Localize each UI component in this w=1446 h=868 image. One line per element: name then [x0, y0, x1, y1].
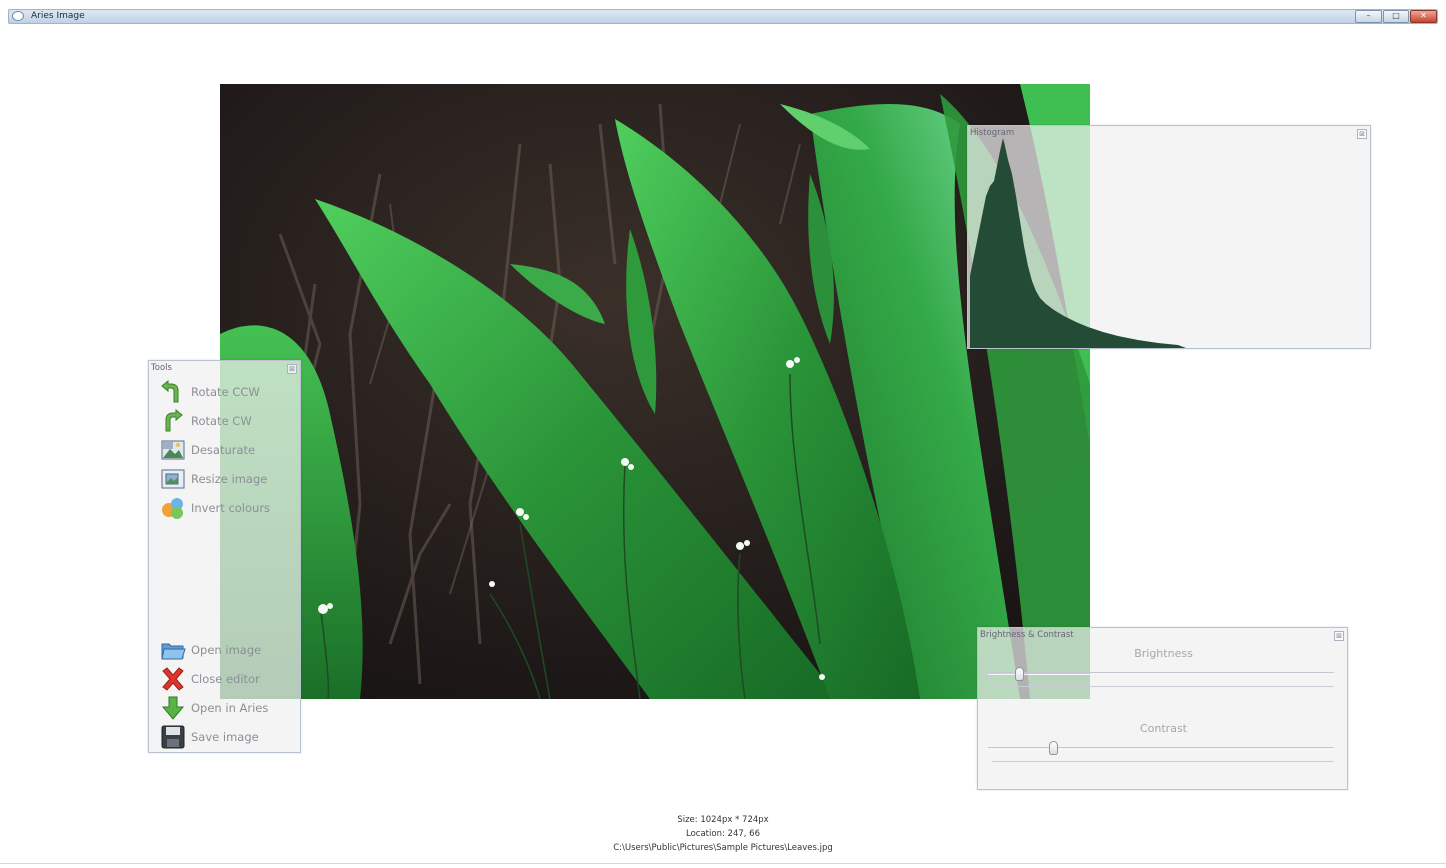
histogram-panel-title: Histogram [970, 128, 1015, 138]
save-image-label: Save image [191, 730, 259, 744]
tools-panel-title: Tools [151, 363, 172, 373]
tools-panel-close-button[interactable]: ⊠ [287, 364, 297, 374]
brightness-slider-thumb[interactable] [1014, 667, 1024, 681]
close-editor-label: Close editor [191, 672, 260, 686]
desaturate-label: Desaturate [191, 443, 256, 457]
image-size-text: Size: 1024px * 724px [677, 815, 769, 825]
rotate-ccw-icon [160, 379, 186, 404]
bottom-divider [0, 863, 1446, 864]
rotate-cw-icon [160, 408, 186, 433]
floppy-disk-icon [160, 725, 186, 749]
image-canvas[interactable] [220, 84, 1090, 699]
brightness-contrast-panel-title: Brightness & Contrast [980, 630, 1074, 640]
histogram-graph [970, 138, 1186, 348]
maximize-button[interactable]: □ [1383, 10, 1409, 23]
window-title: Aries Image [31, 11, 85, 21]
open-in-aries-label: Open in Aries [191, 701, 269, 715]
brightness-contrast-panel[interactable]: Brightness & Contrast ⊠ Brightness Contr… [977, 627, 1348, 790]
tools-panel[interactable]: Tools ⊠ Rotate CCW Rotate CW Desaturate … [148, 360, 301, 753]
brightness-slider-base [992, 686, 1334, 688]
open-in-aries-button[interactable]: Open in Aries [160, 695, 290, 721]
close-window-button[interactable]: ✕ [1410, 10, 1437, 23]
contrast-slider-thumb[interactable] [1048, 741, 1058, 755]
save-image-button[interactable]: Save image [160, 724, 290, 750]
resize-image-icon [160, 467, 186, 491]
minimize-button[interactable]: – [1355, 10, 1382, 23]
rotate-cw-label: Rotate CW [191, 414, 252, 428]
file-path-text: C:\Users\Public\Pictures\Sample Pictures… [613, 843, 833, 853]
cursor-location-text: Location: 247, 66 [686, 829, 760, 839]
rotate-ccw-button[interactable]: Rotate CCW [160, 379, 290, 405]
histogram-panel-close-button[interactable]: ⊠ [1357, 129, 1367, 139]
resize-image-button[interactable]: Resize image [160, 466, 290, 492]
aries-image-window: Aries Image – □ ✕ Tools ⊠ Rotate CCW Rot… [0, 0, 1446, 868]
app-icon [12, 11, 24, 21]
brightness-label: Brightness [1134, 647, 1193, 660]
rotate-ccw-label: Rotate CCW [191, 385, 260, 399]
title-bar: Aries Image – □ ✕ [0, 0, 1446, 30]
contrast-label: Contrast [1139, 722, 1187, 735]
invert-colours-icon [160, 496, 186, 520]
close-editor-button[interactable]: Close editor [160, 666, 290, 692]
rotate-cw-button[interactable]: Rotate CW [160, 408, 290, 434]
title-bar-strip [8, 9, 1438, 24]
resize-image-label: Resize image [191, 472, 268, 486]
open-image-button[interactable]: Open image [160, 637, 290, 663]
contrast-slider-base [992, 761, 1334, 763]
folder-icon [160, 638, 186, 662]
histogram-panel[interactable]: Histogram ⊠ [967, 125, 1371, 349]
desaturate-button[interactable]: Desaturate [160, 437, 290, 463]
brightness-slider-track[interactable] [988, 672, 1334, 675]
open-image-label: Open image [191, 643, 262, 657]
desaturate-icon [160, 438, 186, 462]
leaves-photo [220, 84, 1090, 699]
down-arrow-icon [160, 696, 186, 720]
invert-colours-button[interactable]: Invert colours [160, 495, 290, 521]
brightness-contrast-panel-close-button[interactable]: ⊠ [1334, 631, 1344, 641]
contrast-slider-track[interactable] [988, 747, 1334, 750]
close-x-icon [160, 667, 186, 691]
invert-colours-label: Invert colours [191, 501, 271, 515]
